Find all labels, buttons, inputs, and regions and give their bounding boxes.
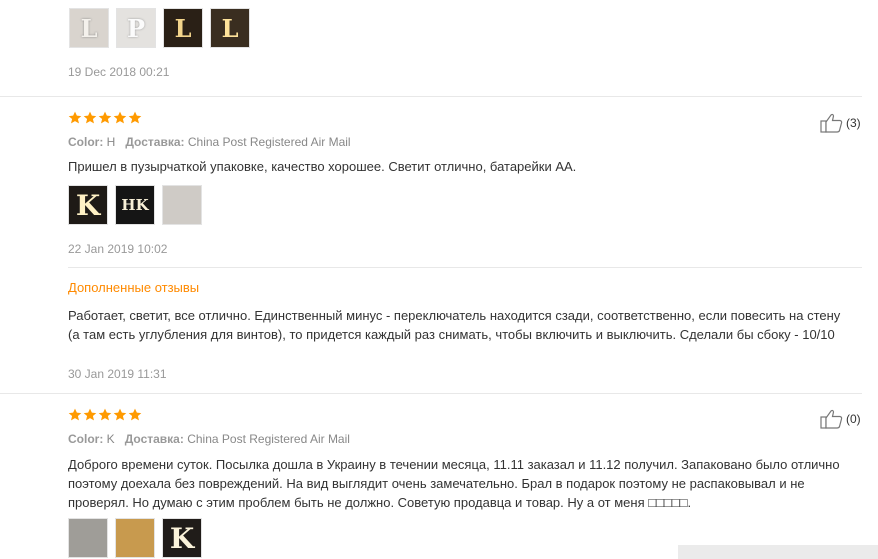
- photo-caption: K: [169, 521, 195, 555]
- rating-stars: [68, 408, 142, 422]
- photo-caption: HK: [121, 196, 149, 214]
- review-3-photos: K: [68, 518, 202, 558]
- review-photo[interactable]: [68, 518, 108, 558]
- review-date: 22 Jan 2019 10:02: [68, 242, 168, 256]
- like-button[interactable]: (0): [820, 409, 861, 429]
- review-text: Пришел в пузырчаткой упаковке, качество …: [68, 159, 577, 174]
- star-icon: [113, 111, 127, 124]
- review-photo[interactable]: K: [162, 518, 202, 558]
- star-icon: [68, 111, 82, 124]
- color-label: Color:: [68, 135, 104, 149]
- review-photo[interactable]: [115, 518, 155, 558]
- star-icon: [98, 408, 112, 421]
- review-photo[interactable]: K: [68, 185, 108, 225]
- like-count: (3): [846, 116, 861, 130]
- color-label: Color:: [68, 432, 104, 446]
- photo-caption: K: [75, 188, 101, 222]
- shipping-label: Доставка:: [125, 135, 185, 149]
- star-icon: [113, 408, 127, 421]
- shipping-label: Доставка:: [124, 432, 184, 446]
- review-date: 19 Dec 2018 00:21: [68, 65, 170, 79]
- review-meta: Color: K Доставка: China Post Registered…: [68, 432, 350, 446]
- horizontal-scrollbar[interactable]: [678, 545, 878, 559]
- photo-caption: [69, 519, 107, 557]
- star-icon: [83, 408, 97, 421]
- review-1-photos: L P L L: [69, 8, 250, 48]
- star-icon: [68, 408, 82, 421]
- reviews-list: L P L L 19 Dec 2018 00:21 Color: H Доста…: [0, 0, 878, 559]
- review-meta: Color: H Доставка: China Post Registered…: [68, 135, 351, 149]
- followup-date: 30 Jan 2019 11:31: [68, 367, 167, 381]
- review-photo[interactable]: L: [163, 8, 203, 48]
- review-photo[interactable]: HK: [115, 185, 155, 225]
- color-value: K: [106, 432, 115, 446]
- star-icon: [83, 111, 97, 124]
- divider: [68, 267, 862, 268]
- review-photo[interactable]: L: [210, 8, 250, 48]
- thumbs-up-icon: [820, 113, 843, 133]
- divider: [0, 393, 862, 394]
- review-2-photos: K HK: [68, 185, 202, 225]
- shipping-value: China Post Registered Air Mail: [187, 135, 351, 149]
- shipping-value: China Post Registered Air Mail: [187, 432, 350, 446]
- divider: [0, 96, 862, 97]
- color-value: H: [106, 135, 116, 149]
- review-photo[interactable]: L: [69, 8, 109, 48]
- followup-text: Работает, светит, все отлично. Единствен…: [68, 308, 841, 342]
- photo-caption: [116, 519, 154, 557]
- review-photo[interactable]: [162, 185, 202, 225]
- rating-stars: [68, 111, 142, 125]
- thumbs-up-icon: [820, 409, 843, 429]
- star-icon: [98, 111, 112, 124]
- star-icon: [128, 111, 142, 124]
- review-text: Доброго времени суток. Посылка дошла в У…: [68, 457, 840, 510]
- like-button[interactable]: (3): [820, 113, 861, 133]
- followup-title: Дополненные отзывы: [68, 280, 200, 295]
- like-count: (0): [846, 412, 861, 426]
- review-photo[interactable]: P: [116, 8, 156, 48]
- photo-caption: [163, 186, 201, 224]
- star-icon: [128, 408, 142, 421]
